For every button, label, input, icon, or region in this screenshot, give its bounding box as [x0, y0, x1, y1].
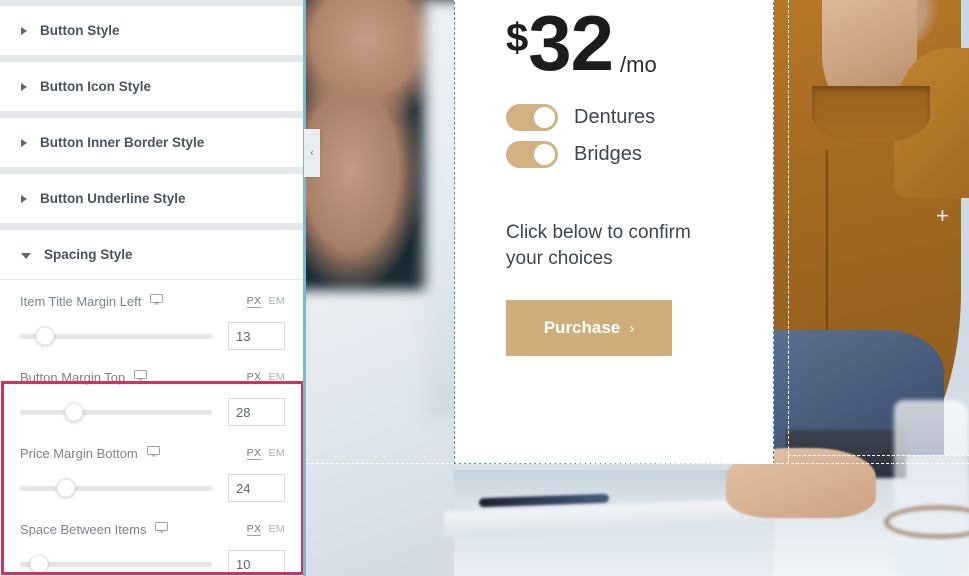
price-currency: $ [506, 16, 529, 60]
confirm-instruction-text: Click below to confirm your choices [506, 221, 691, 269]
pricing-card[interactable]: $ 32 /mo Dentures Bridges Click below to… [454, 0, 774, 464]
unit-switcher[interactable]: PX EM [246, 523, 285, 536]
toggle-knob [534, 106, 555, 128]
chevron-right-icon [21, 138, 27, 147]
guide-line-horizontal-outer [306, 463, 969, 464]
toggle-knob [534, 143, 555, 165]
plus-marker-icon[interactable]: + [936, 205, 949, 227]
unit-switcher[interactable]: PX EM [246, 371, 285, 384]
toggle-label-bridges: Bridges [574, 142, 642, 165]
settings-panel[interactable]: Button Style Button Icon Style Button In… [0, 0, 306, 576]
numberbox-price-margin-bottom[interactable]: 24 [228, 474, 285, 502]
control-header: Item Title Margin Left PX EM [20, 292, 285, 310]
photo-person-collar [812, 86, 930, 144]
numberbox-button-margin-top[interactable]: 28 [228, 398, 285, 426]
unit-em[interactable]: EM [268, 523, 285, 535]
control-row: 13 [20, 322, 285, 350]
numberbox-value: 10 [236, 556, 251, 572]
control-item-title-margin-left: Item Title Margin Left PX EM 13 [0, 280, 305, 356]
feature-toggle-list: Dentures Bridges [506, 103, 722, 168]
slider-button-margin-top[interactable] [20, 402, 212, 422]
panel-collapse-toggle[interactable]: ‹ [304, 129, 320, 177]
accordion-label: Button Icon Style [40, 79, 151, 94]
slider-handle[interactable] [35, 326, 55, 346]
slider-handle[interactable] [56, 478, 76, 498]
panel-scrollbar[interactable] [303, 0, 306, 576]
accordion-spacing-style[interactable]: Spacing Style [0, 230, 305, 280]
control-row: 28 [20, 398, 285, 426]
control-row: 24 [20, 474, 285, 502]
control-price-margin-bottom: Price Margin Bottom PX EM 24 [0, 432, 305, 508]
price-display: $ 32 /mo [506, 0, 722, 87]
unit-px[interactable]: PX [246, 523, 262, 536]
numberbox-item-title-margin-left[interactable]: 13 [228, 322, 285, 350]
feature-toggle-item[interactable]: Bridges [506, 140, 722, 168]
purchase-button-label: Purchase [543, 318, 621, 338]
slider-handle[interactable] [64, 402, 84, 422]
numberbox-value: 13 [236, 328, 251, 344]
slider-price-margin-bottom[interactable] [20, 478, 212, 498]
chevron-right-icon [21, 82, 27, 91]
desktop-monitor-icon[interactable] [134, 368, 148, 386]
toggle-switch-dentures[interactable] [506, 103, 558, 131]
desktop-monitor-icon[interactable] [150, 292, 164, 310]
control-label: Button Margin Top [20, 369, 126, 385]
price-period: /mo [620, 52, 657, 77]
toggle-switch-bridges[interactable] [506, 140, 558, 168]
chevron-down-icon [21, 252, 31, 259]
accordion-button-style[interactable]: Button Style [0, 6, 305, 56]
accordion-label: Button Inner Border Style [40, 135, 205, 150]
control-label: Item Title Margin Left [20, 293, 142, 309]
guide-line-horizontal-inner [788, 455, 969, 456]
control-row: 10 [20, 550, 285, 576]
chevron-right-icon [21, 194, 27, 203]
photo-left-shoulder [306, 330, 436, 576]
purchase-button[interactable]: Purchase › [506, 300, 672, 357]
preview-canvas[interactable]: $ 32 /mo Dentures Bridges Click below to… [306, 0, 969, 576]
accordion-button-icon-style[interactable]: Button Icon Style [0, 62, 305, 112]
background-photo-right [726, 0, 969, 576]
accordion-button-underline-style[interactable]: Button Underline Style [0, 174, 305, 224]
unit-px[interactable]: PX [246, 447, 262, 460]
editor-root: $ 32 /mo Dentures Bridges Click below to… [0, 0, 969, 576]
accordion-button-inner-border-style[interactable]: Button Inner Border Style [0, 118, 305, 168]
chevron-right-icon [21, 26, 27, 35]
feature-toggle-item[interactable]: Dentures [506, 103, 722, 131]
photo-glass [894, 400, 968, 576]
pricing-card-inner: $ 32 /mo Dentures Bridges Click below to… [454, 0, 774, 357]
price-amount: 32 [528, 0, 614, 87]
chevron-left-icon: ‹ [310, 147, 314, 159]
accordion-label: Spacing Style [44, 247, 133, 262]
control-header: Price Margin Bottom PX EM [20, 444, 285, 462]
control-header: Button Margin Top PX EM [20, 368, 285, 386]
unit-em[interactable]: EM [268, 295, 285, 307]
guide-line-vertical [788, 0, 789, 464]
slider-item-title-margin-left[interactable] [20, 326, 212, 346]
chevron-right-icon: › [629, 319, 635, 337]
unit-switcher[interactable]: PX EM [246, 295, 285, 308]
desktop-monitor-icon[interactable] [155, 520, 169, 538]
numberbox-value: 24 [236, 480, 251, 496]
control-header: Space Between Items PX EM [20, 520, 285, 538]
numberbox-value: 28 [236, 404, 251, 420]
unit-px[interactable]: PX [246, 371, 262, 384]
slider-handle[interactable] [29, 554, 49, 574]
control-label: Space Between Items [20, 521, 147, 537]
unit-switcher[interactable]: PX EM [246, 447, 285, 460]
unit-em[interactable]: EM [268, 447, 285, 459]
accordion-label: Button Underline Style [40, 191, 186, 206]
control-label: Price Margin Bottom [20, 445, 138, 461]
slider-space-between-items[interactable] [20, 554, 212, 574]
unit-px[interactable]: PX [246, 295, 262, 308]
unit-em[interactable]: EM [268, 371, 285, 383]
toggle-label-dentures: Dentures [574, 105, 656, 128]
control-space-between-items: Space Between Items PX EM 10 [0, 508, 305, 576]
numberbox-space-between-items[interactable]: 10 [228, 550, 285, 576]
desktop-monitor-icon[interactable] [146, 444, 160, 462]
control-button-margin-top: Button Margin Top PX EM 28 [0, 356, 305, 432]
accordion-label: Button Style [40, 23, 120, 38]
